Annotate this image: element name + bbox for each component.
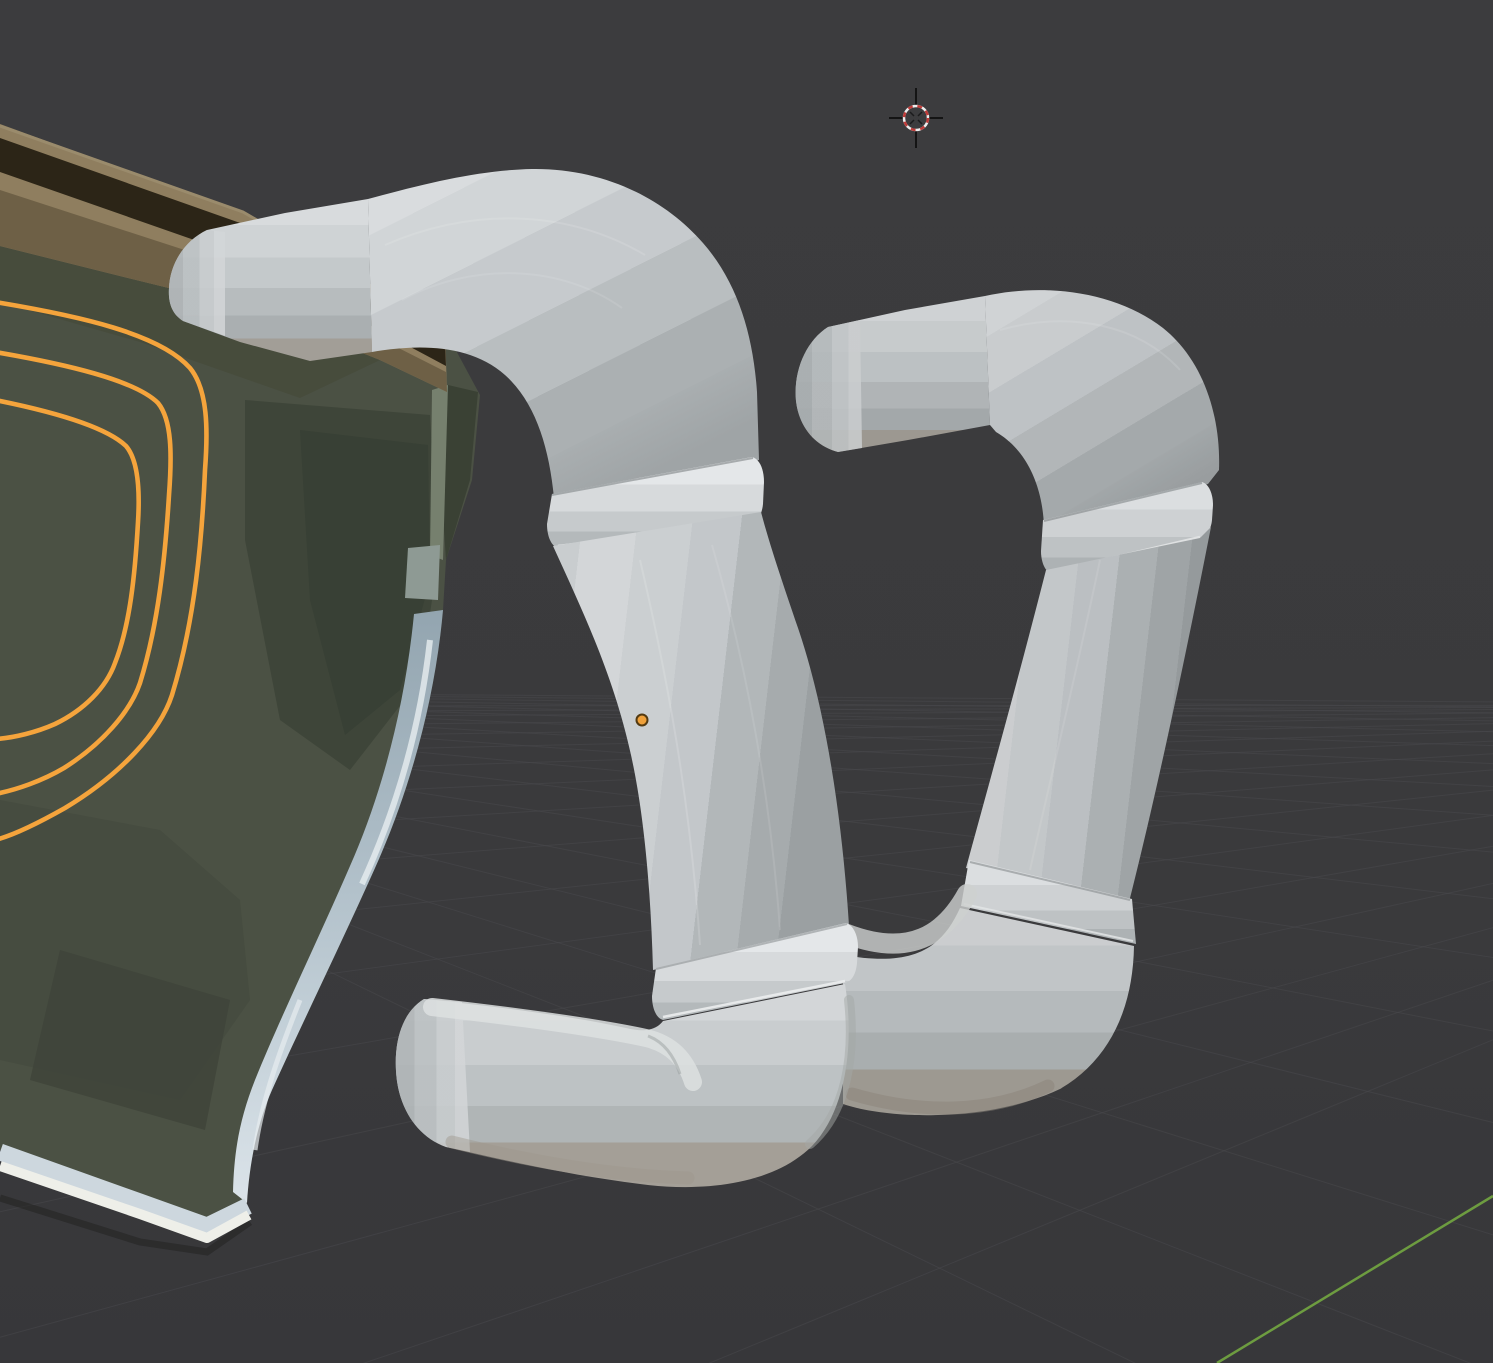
panel-edge-patch <box>405 545 440 600</box>
blender-3d-viewport[interactable] <box>0 0 1493 1363</box>
origin-dot <box>637 715 648 726</box>
origin-dot-circle <box>637 715 648 726</box>
